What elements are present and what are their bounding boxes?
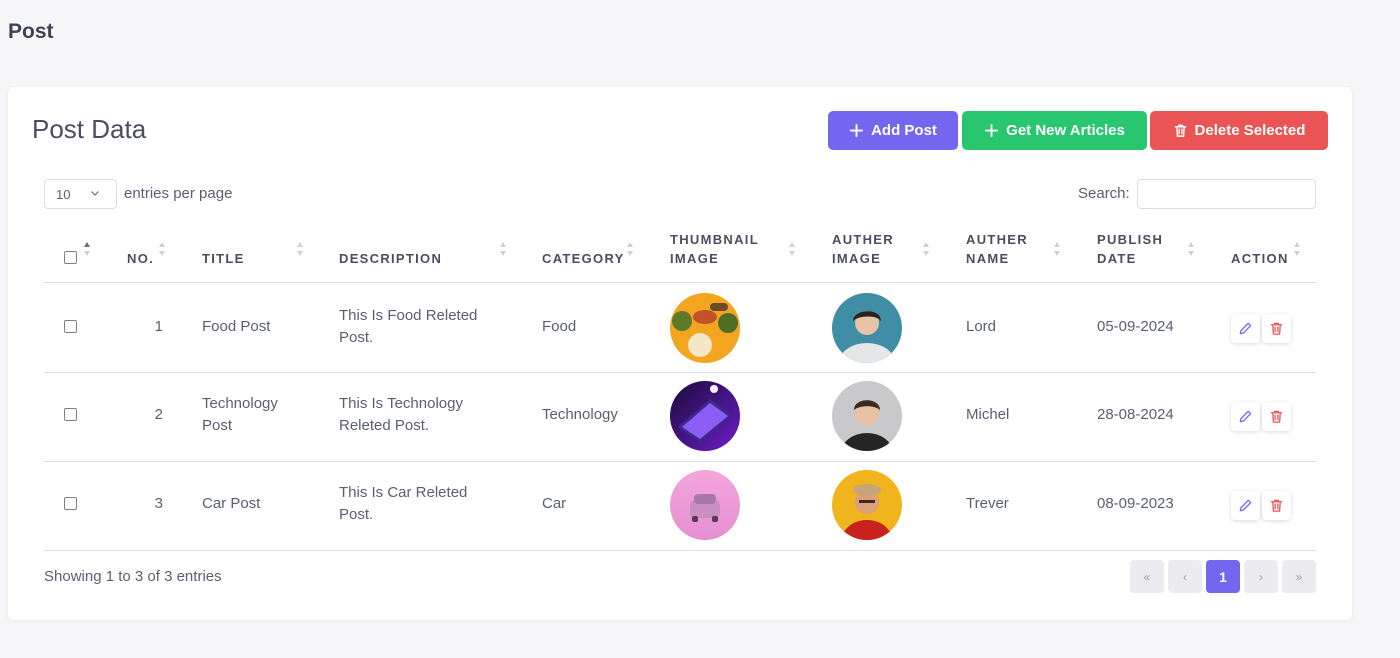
delete-button[interactable] — [1262, 314, 1291, 343]
plus-icon — [985, 123, 999, 138]
header-publish-date-line1: PUBLISH — [1097, 232, 1164, 247]
trash-icon — [1270, 322, 1283, 335]
header-description[interactable]: DESCRIPTION — [339, 249, 442, 268]
row-category: Car — [542, 495, 567, 512]
edit-button[interactable] — [1231, 402, 1260, 431]
row-title: Car Post — [202, 495, 261, 512]
search-input[interactable] — [1137, 179, 1316, 209]
pagination-last[interactable]: » — [1282, 560, 1316, 593]
pencil-icon — [1239, 499, 1252, 512]
header-thumbnail-image[interactable]: THUMBNAIL IMAGE — [670, 230, 759, 268]
row-author-name: Trever — [966, 495, 1009, 512]
delete-selected-label: Delete Selected — [1194, 122, 1306, 139]
entries-per-page-label: entries per page — [124, 185, 233, 202]
entries-per-page-value: 10 — [56, 186, 71, 202]
table-row: 3 Car Post This Is Car Releted Post. Car … — [44, 462, 1316, 551]
card-title: Post Data — [32, 114, 147, 144]
header-auther-image[interactable]: AUTHER IMAGE — [832, 230, 894, 268]
add-post-label: Add Post — [871, 122, 937, 139]
sort-icon[interactable] — [1187, 241, 1195, 257]
row-author-name: Michel — [966, 406, 1010, 423]
get-new-articles-label: Get New Articles — [1006, 122, 1125, 139]
car-thumbnail-image — [670, 470, 740, 540]
row-checkbox[interactable] — [64, 408, 77, 421]
author-avatar-trever — [832, 470, 902, 540]
entries-per-page-select[interactable]: 10 — [44, 179, 117, 209]
row-checkbox[interactable] — [64, 497, 77, 510]
header-auther-name-line2: NAME — [966, 251, 1010, 266]
edit-button[interactable] — [1231, 314, 1260, 343]
header-no[interactable]: NO. — [127, 249, 154, 268]
delete-button[interactable] — [1262, 402, 1291, 431]
header-auther-image-line2: IMAGE — [832, 251, 882, 266]
pagination-first[interactable]: « — [1130, 560, 1164, 593]
entries-info: Showing 1 to 3 of 3 entries — [44, 568, 222, 585]
pagination-page-1[interactable]: 1 — [1206, 560, 1240, 593]
pencil-icon — [1239, 322, 1252, 335]
row-category: Technology — [542, 406, 618, 423]
row-title: Technology Post — [202, 395, 278, 434]
sort-icon[interactable] — [626, 241, 634, 257]
row-description: This Is Food Releted Post. — [339, 307, 478, 346]
row-publish-date: 08-09-2023 — [1097, 495, 1174, 512]
row-title: Food Post — [202, 318, 271, 335]
delete-selected-button[interactable]: Delete Selected — [1150, 111, 1328, 150]
get-new-articles-button[interactable]: Get New Articles — [962, 111, 1147, 150]
table-row: 1 Food Post This Is Food Releted Post. Fo… — [44, 284, 1316, 373]
edit-button[interactable] — [1231, 491, 1260, 520]
header-publish-date[interactable]: PUBLISH DATE — [1097, 230, 1163, 268]
author-avatar-lord — [832, 293, 902, 363]
header-thumbnail-line2: IMAGE — [670, 251, 720, 266]
post-data-card: Post Data Add Post Get New Articles Dele… — [8, 87, 1352, 620]
sort-icon[interactable] — [499, 241, 507, 257]
row-number: 3 — [154, 495, 163, 512]
pagination-prev[interactable]: ‹ — [1168, 560, 1202, 593]
header-category[interactable]: CATEGORY — [542, 249, 625, 268]
table-header: NO. TITLE DESCRIPTION CATEGORY THUMBNAIL… — [44, 227, 1316, 283]
delete-button[interactable] — [1262, 491, 1291, 520]
header-publish-date-line2: DATE — [1097, 251, 1137, 266]
header-title[interactable]: TITLE — [202, 249, 245, 268]
row-publish-date: 28-08-2024 — [1097, 406, 1174, 423]
row-number: 1 — [154, 318, 163, 335]
search-label: Search: — [1078, 185, 1130, 202]
pencil-icon — [1239, 410, 1252, 423]
row-category: Food — [542, 318, 577, 335]
sort-icon[interactable] — [83, 241, 91, 257]
row-checkbox[interactable] — [64, 320, 77, 333]
sort-icon[interactable] — [788, 241, 796, 257]
sort-icon[interactable] — [922, 241, 930, 257]
add-post-button[interactable]: Add Post — [828, 111, 958, 150]
row-publish-date: 05-09-2024 — [1097, 318, 1174, 335]
header-thumbnail-line1: THUMBNAIL — [670, 232, 759, 247]
row-description: This Is Technology Releted Post. — [339, 395, 463, 434]
table-row: 2 Technology Post This Is Technology Relet… — [44, 373, 1316, 462]
food-thumbnail-image — [670, 293, 740, 363]
trash-icon — [1270, 410, 1283, 423]
sort-icon[interactable] — [296, 241, 304, 257]
header-auther-image-line1: AUTHER — [832, 232, 894, 247]
author-avatar-michel — [832, 381, 902, 451]
row-number: 2 — [154, 406, 163, 423]
header-auther-name-line1: AUTHER — [966, 232, 1028, 247]
header-auther-name[interactable]: AUTHER NAME — [966, 230, 1028, 268]
page-title: Post — [8, 20, 54, 43]
pagination-next[interactable]: › — [1244, 560, 1278, 593]
plus-icon — [850, 123, 864, 138]
header-action: ACTION — [1231, 251, 1289, 266]
sort-icon[interactable] — [1053, 241, 1061, 257]
technology-thumbnail-image — [670, 381, 740, 451]
select-all-checkbox[interactable] — [64, 251, 77, 264]
sort-icon[interactable] — [158, 241, 166, 257]
row-description: This Is Car Releted Post. — [339, 484, 468, 523]
chevron-down-icon — [91, 191, 99, 196]
row-author-name: Lord — [966, 318, 997, 335]
sort-icon[interactable] — [1293, 241, 1301, 257]
trash-icon — [1270, 499, 1283, 512]
trash-icon — [1174, 124, 1186, 137]
